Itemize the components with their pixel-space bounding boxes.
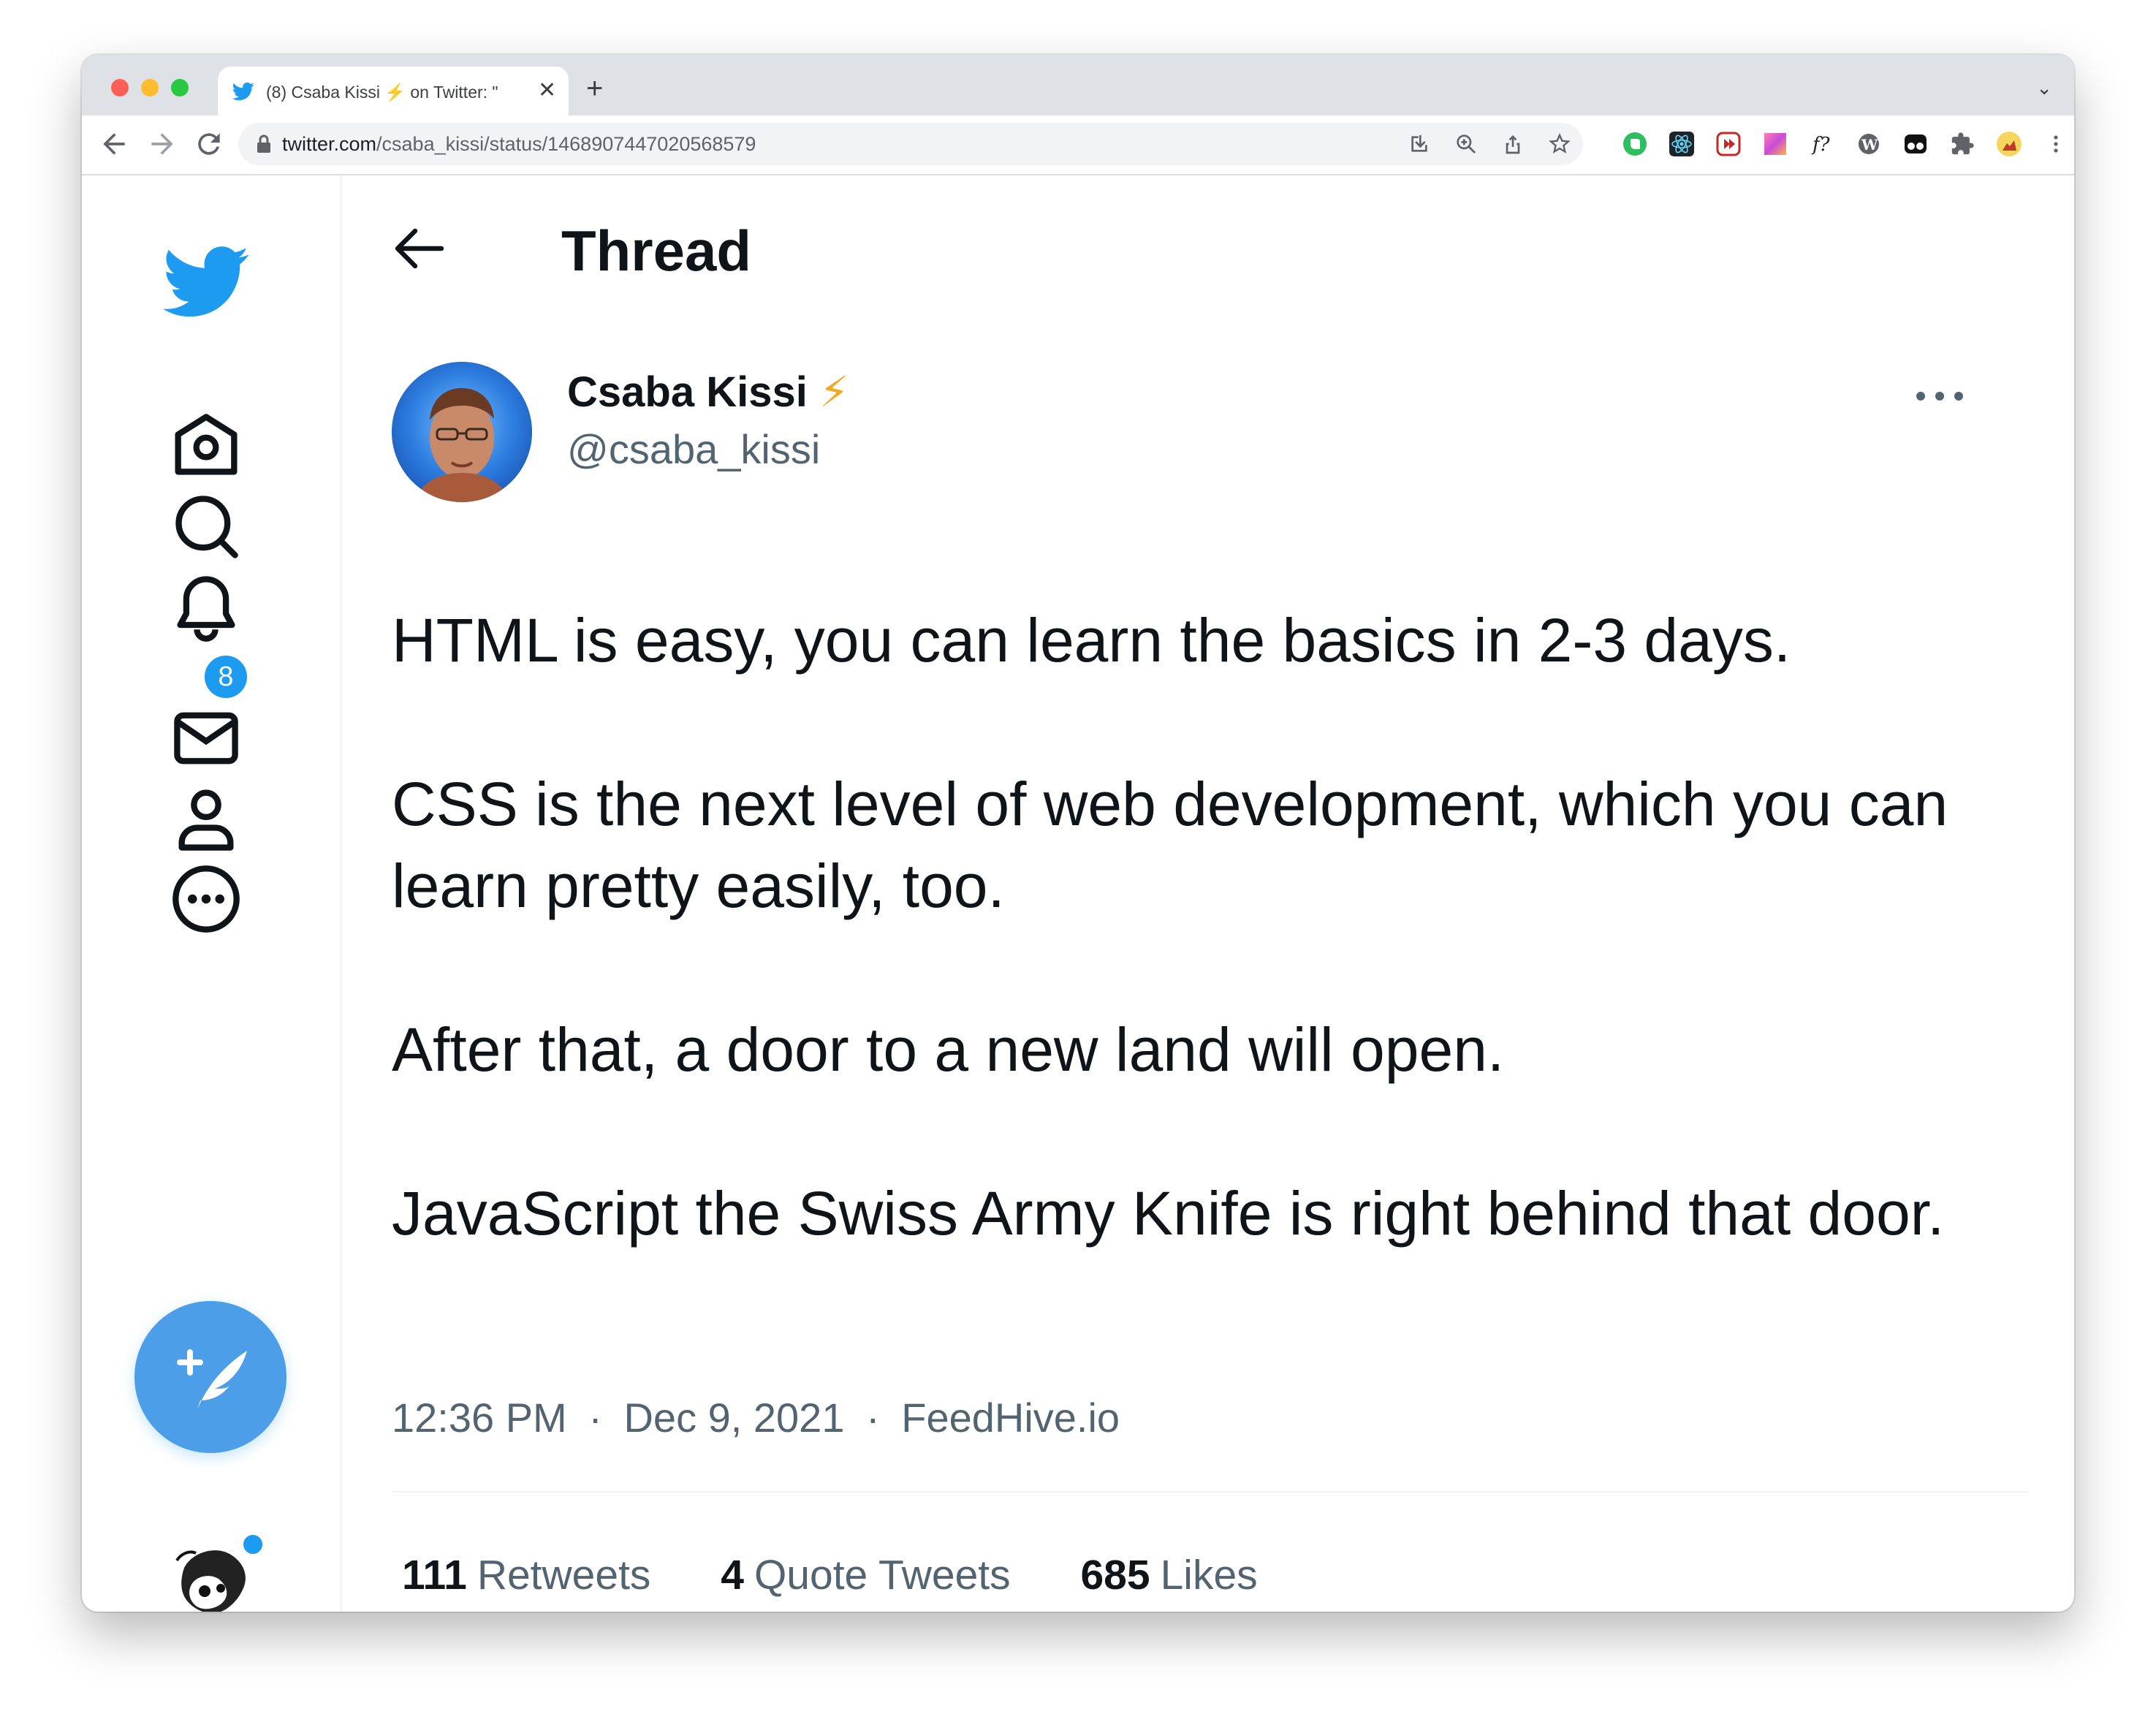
tweet-stats: 111 Retweets 4 Quote Tweets 685 Likes — [402, 1550, 1316, 1601]
quill-plus-icon — [177, 1349, 247, 1409]
kebab-menu-icon[interactable] — [2043, 132, 2068, 156]
browser-tab[interactable]: (8) Csaba Kissi ⚡️ on Twitter: " ✕ — [218, 67, 569, 115]
reload-icon[interactable] — [193, 128, 225, 160]
home-icon[interactable] — [170, 409, 243, 482]
minimize-window-button[interactable] — [141, 79, 159, 96]
zoom-window-button[interactable] — [171, 79, 189, 96]
retweets-label: Retweets — [477, 1552, 651, 1598]
browser-toolbar: twitter.com/csaba_kissi/status/146890744… — [82, 115, 2074, 175]
tweet-source[interactable]: FeedHive.io — [901, 1395, 1120, 1441]
divider — [392, 1491, 2029, 1492]
messages-mail-icon[interactable] — [170, 702, 243, 775]
share-icon[interactable] — [1501, 132, 1525, 156]
chevron-down-icon[interactable]: ⌄ — [2036, 77, 2052, 99]
tampermonkey-icon[interactable] — [1903, 132, 1928, 156]
meta-separator: · — [866, 1395, 880, 1441]
more-options-icon[interactable] — [170, 862, 243, 936]
react-devtools-icon[interactable] — [1669, 132, 1694, 156]
gradient-extension-icon[interactable] — [1763, 132, 1788, 156]
meta-separator: · — [588, 1395, 602, 1441]
svg-text:f?: f? — [1811, 134, 1831, 156]
tab-title: (8) Csaba Kissi ⚡️ on Twitter: " — [266, 83, 498, 102]
url-path: /csaba_kissi/status/1468907447020568579 — [376, 133, 756, 155]
main-column: Thread Csaba Kissi ⚡ @csaba_kissi HTML i… — [342, 175, 2074, 1612]
tweet-time[interactable]: 12:36 PM — [392, 1395, 567, 1441]
lock-icon[interactable] — [256, 134, 272, 153]
tab-strip: (8) Csaba Kissi ⚡️ on Twitter: " ✕ + ⌄ — [82, 55, 2074, 115]
close-window-button[interactable] — [111, 79, 129, 96]
puzzle-extensions-icon[interactable] — [1950, 132, 1975, 156]
quote-tweets-count: 4 — [721, 1552, 744, 1598]
back-icon[interactable] — [98, 128, 130, 160]
zoom-icon[interactable] — [1454, 132, 1478, 156]
likes-stat[interactable]: 685 Likes — [1080, 1550, 1257, 1601]
back-arrow-icon[interactable] — [393, 227, 444, 270]
notifications-bell-icon[interactable] — [170, 570, 243, 643]
more-horizontal-icon[interactable] — [1910, 382, 1969, 411]
install-icon[interactable] — [1408, 132, 1431, 156]
new-tab-button[interactable]: + — [586, 74, 603, 103]
profile-icon[interactable] — [170, 782, 243, 855]
compose-tweet-button[interactable] — [134, 1301, 286, 1453]
tweet-paragraph: After that, a door to a new land will op… — [392, 1015, 1505, 1084]
tweet-text: HTML is easy, you can learn the basics i… — [392, 599, 1970, 1336]
author-handle[interactable]: @csaba_kissi — [567, 425, 820, 474]
page-title: Thread — [561, 219, 752, 283]
quote-tweets-stat[interactable]: 4 Quote Tweets — [721, 1550, 1010, 1601]
wordpress-icon[interactable]: W — [1856, 132, 1881, 156]
quote-tweets-label: Quote Tweets — [754, 1552, 1011, 1598]
bookmark-star-icon[interactable] — [1548, 132, 1571, 156]
tweet-paragraph: JavaScript the Swiss Army Knife is right… — [392, 1179, 1945, 1248]
notification-badge: 8 — [202, 653, 250, 701]
tweet-date[interactable]: Dec 9, 2021 — [623, 1395, 844, 1441]
likes-count: 685 — [1080, 1552, 1150, 1598]
explore-icon[interactable] — [170, 490, 243, 563]
profile-avatar-icon[interactable] — [1997, 132, 2022, 156]
extension-red-icon[interactable] — [1716, 132, 1741, 156]
tweet-metadata: 12:36 PM · Dec 9, 2021 · FeedHive.io — [392, 1392, 1120, 1444]
author-name-text: Csaba Kissi — [567, 368, 808, 416]
close-tab-icon[interactable]: ✕ — [538, 80, 556, 102]
tweet-paragraph: HTML is easy, you can learn the basics i… — [392, 606, 1791, 675]
tweet-paragraph: CSS is the next level of web development… — [392, 770, 1948, 920]
forward-icon[interactable] — [146, 128, 178, 160]
likes-label: Likes — [1160, 1552, 1258, 1598]
evernote-icon[interactable] — [1622, 132, 1647, 156]
lightning-emoji: ⚡ — [819, 368, 849, 416]
retweets-count: 111 — [402, 1552, 467, 1598]
address-bar[interactable]: twitter.com/csaba_kissi/status/146890744… — [238, 123, 1583, 165]
url-text: twitter.com/csaba_kissi/status/146890744… — [282, 133, 756, 155]
twitter-sidebar: 8 — [82, 175, 342, 1612]
url-host: twitter.com — [282, 133, 377, 155]
retweets-stat[interactable]: 111 Retweets — [402, 1550, 650, 1601]
browser-window: (8) Csaba Kissi ⚡️ on Twitter: " ✕ + ⌄ t… — [82, 55, 2074, 1612]
twitter-logo-icon[interactable] — [164, 245, 250, 318]
twitter-bird-icon — [232, 82, 254, 101]
svg-text:W: W — [1861, 136, 1878, 153]
fonts-ninja-icon[interactable]: f? — [1810, 132, 1834, 156]
author-avatar[interactable] — [392, 362, 532, 502]
unread-dot — [241, 1533, 265, 1556]
author-name[interactable]: Csaba Kissi ⚡ — [567, 367, 849, 418]
